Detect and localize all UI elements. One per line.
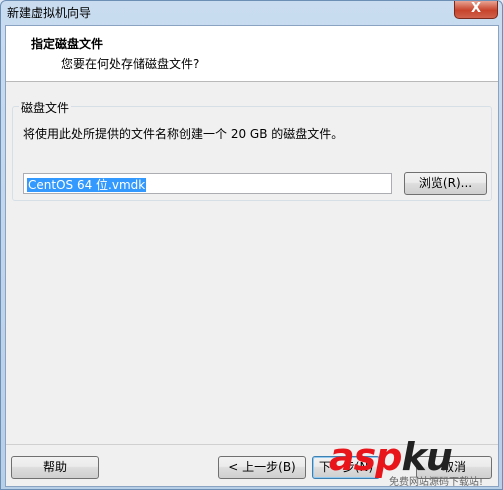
page-subtitle: 您要在何处存储磁盘文件?	[61, 57, 200, 71]
disk-file-group: 磁盘文件 将使用此处所提供的文件名称创建一个 20 GB 的磁盘文件。 Cent…	[12, 99, 492, 201]
window-title: 新建虚拟机向导	[7, 6, 92, 20]
back-button[interactable]: < 上一步(B)	[218, 456, 306, 479]
disk-file-description: 将使用此处所提供的文件名称创建一个 20 GB 的磁盘文件。	[23, 127, 344, 141]
wizard-window: 新建虚拟机向导 X 指定磁盘文件 您要在何处存储磁盘文件? 磁盘文件 将使用此处…	[0, 0, 503, 490]
wizard-header: 指定磁盘文件 您要在何处存储磁盘文件?	[6, 26, 498, 82]
group-legend: 磁盘文件	[19, 99, 72, 116]
title-bar[interactable]: 新建虚拟机向导 X	[1, 1, 502, 23]
disk-file-name-input[interactable]: CentOS 64 位.vmdk	[23, 173, 392, 194]
browse-button[interactable]: 浏览(R)...	[404, 172, 487, 195]
help-button[interactable]: 帮助	[11, 456, 99, 479]
selected-file-name: CentOS 64 位.vmdk	[27, 178, 147, 192]
watermark: aspku 免费网站源码下载站!	[329, 435, 501, 488]
wizard-client-area: 指定磁盘文件 您要在何处存储磁盘文件? 磁盘文件 将使用此处所提供的文件名称创建…	[5, 25, 499, 487]
close-button[interactable]: X	[454, 1, 498, 19]
close-icon: X	[470, 1, 482, 16]
watermark-tagline: 免费网站源码下载站!	[389, 477, 484, 488]
page-title: 指定磁盘文件	[31, 37, 104, 51]
